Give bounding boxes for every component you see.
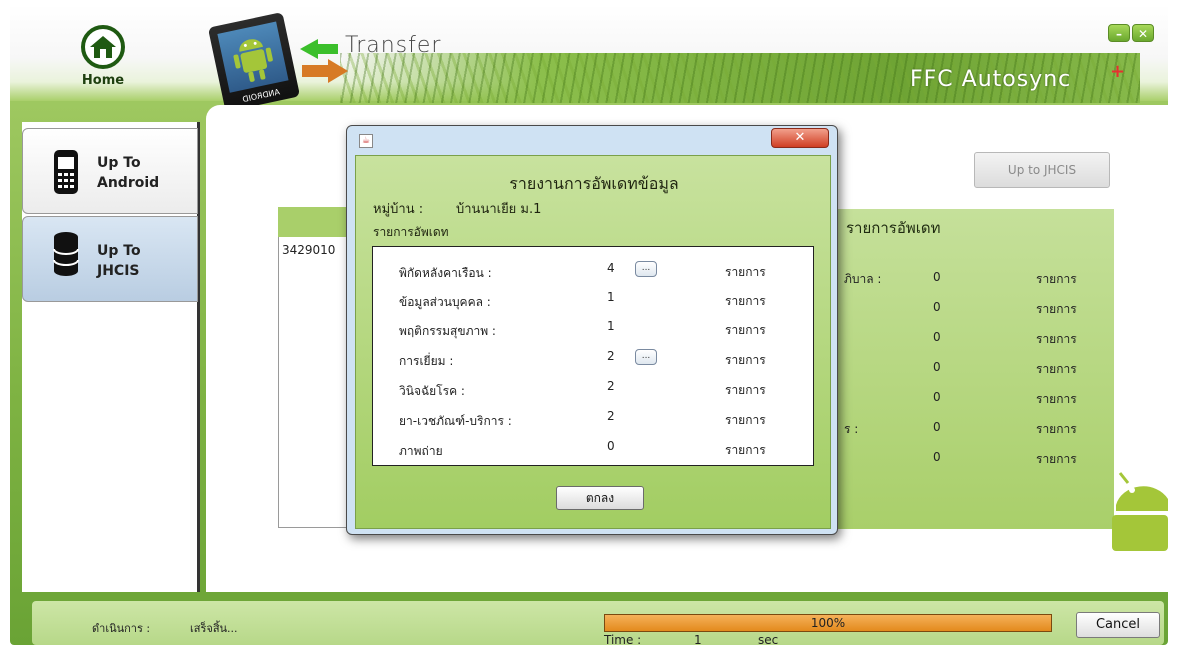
summary-row: 0 รายการ [933,390,1077,406]
progress-text: 100% [810,616,846,630]
sidebar-item-up-to-jhcis[interactable]: Up To JHCIS [22,216,198,302]
sidebar-item-label: Up To [97,155,141,171]
report-row: พิกัดหลังคาเรือน : 4 ... รายการ [399,261,766,280]
header: Home ANDROID Transfer FFC Autosync + – ✕ [10,5,1168,112]
summary-row: ร : 0 รายการ [844,420,1077,436]
more-details-button[interactable]: ... [635,349,657,365]
home-button[interactable]: Home [68,25,138,100]
up-to-jhcis-button[interactable]: Up to JHCIS [974,152,1110,188]
summary-row: 0 รายการ [933,300,1077,316]
progress-bar: 100% [604,614,1052,632]
dialog-subtitle: รายการอัพเดท [373,225,449,239]
dialog-body: รายงานการอัพเดทข้อมูล หมู่บ้าน : บ้านนาเ… [355,155,831,529]
home-label: Home [81,73,125,88]
report-row: การเยี่ยม : 2 ... รายการ [399,349,766,368]
report-row: ข้อมูลส่วนบุคคล : 1 รายการ [399,290,766,309]
sidebar: Up To Android Up To JHCIS [22,122,200,592]
window-controls: – ✕ [1108,24,1154,42]
home-icon [81,25,125,69]
minimize-button[interactable]: – [1108,24,1130,42]
time-value: 1 [694,633,702,645]
update-summary-panel: ภิบาล : 0 รายการ 0 รายการ 0 รายการ 0 ราย… [838,209,1114,529]
dialog-titlebar[interactable]: ☕ ✕ [347,126,837,152]
status-label: ดำเนินการ : [92,622,151,635]
page-title: Transfer [345,33,442,58]
summary-row: ภิบาล : 0 รายการ [844,270,1077,286]
android-tablet-logo: ANDROID [207,12,301,112]
dialog-title: รายงานการอัพเดทข้อมูล [509,174,679,193]
village-label: หมู่บ้าน : [373,202,424,217]
transfer-arrow-out-icon [302,65,330,77]
cancel-button[interactable]: Cancel [1076,612,1160,638]
summary-row: 0 รายการ [933,330,1077,346]
list-item[interactable]: 3429010 [282,243,335,257]
time-label: Time : [604,633,642,645]
report-row: พฤติกรรมสุขภาพ : 1 รายการ [399,319,766,338]
sidebar-item-label: Android [97,175,160,191]
dialog-close-button[interactable]: ✕ [771,128,829,148]
report-row: ยา-เวชภัณฑ์-บริการ : 2 รายการ [399,409,766,428]
ok-button[interactable]: ตกลง [556,486,644,510]
sidebar-item-up-to-android[interactable]: Up To Android [22,128,198,214]
summary-row: 0 รายการ [933,360,1077,376]
android-mascot-icon [1112,472,1168,551]
report-row: ภาพถ่าย 0 รายการ [399,439,766,458]
summary-row: 0 รายการ [933,450,1077,466]
more-details-button[interactable]: ... [635,261,657,277]
transfer-arrow-icon [316,44,338,54]
brand-name: FFC Autosync [910,67,1072,92]
close-window-button[interactable]: ✕ [1132,24,1154,42]
time-unit: sec [758,633,779,645]
update-report-dialog: ☕ ✕ รายงานการอัพเดทข้อมูล หมู่บ้าน : บ้า… [346,125,838,535]
village-value: บ้านนาเยีย ม.1 [456,202,542,217]
phone-icon [54,150,78,194]
database-icon [53,232,79,276]
update-report-table: พิกัดหลังคาเรือน : 4 ... รายการ ข้อมูลส่… [372,246,814,466]
summary-panel-title: รายการอัพเดท [846,219,941,237]
sidebar-item-label: JHCIS [97,263,140,279]
sidebar-item-label: Up To [97,243,141,259]
status-bar: ดำเนินการ : เสร็จสิ้น... 100% Time : 1 s… [32,601,1164,645]
status-value: เสร็จสิ้น... [190,622,238,635]
brand-plus-icon: + [1110,61,1126,82]
java-icon: ☕ [359,134,373,148]
report-row: วินิจฉัยโรค : 2 รายการ [399,379,766,398]
